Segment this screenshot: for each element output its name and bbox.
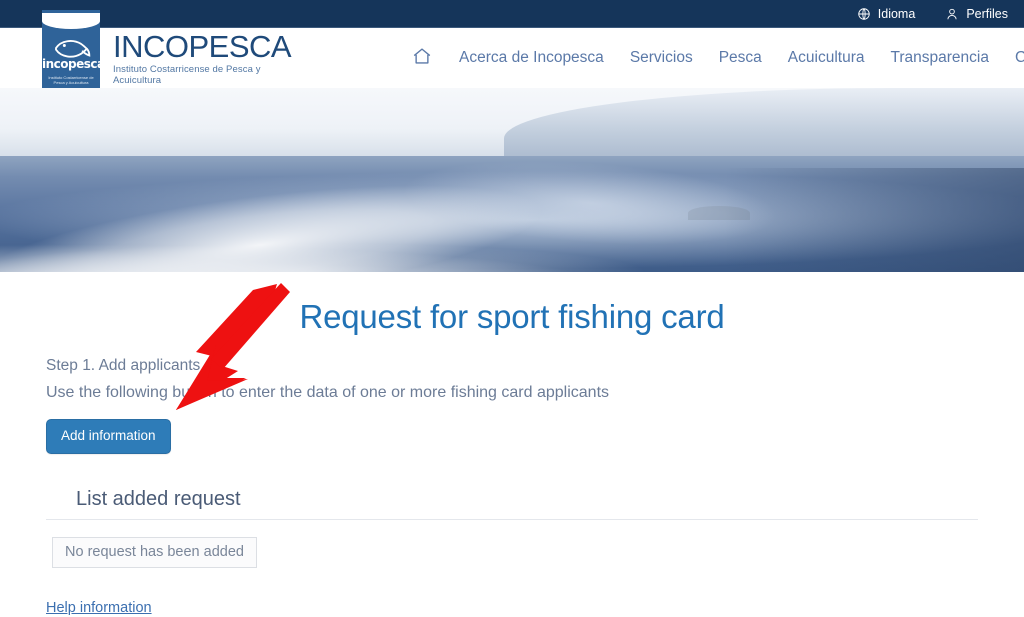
nav-item-transparencia[interactable]: Transparencia [890,49,989,67]
nav-item-truncated[interactable]: C [1015,49,1024,67]
brand-tagline: Instituto Costarricense de Pesca y Acuic… [113,63,261,86]
nav-home-link[interactable] [411,45,433,72]
hero-shadow-right [724,168,1024,272]
help-information-link[interactable]: Help information [46,600,152,616]
home-icon [411,45,433,72]
site-header: incopesca Instituto Costarricense de Pes… [0,10,1024,88]
nav-item-servicios[interactable]: Servicios [630,49,693,67]
brand-name: INCOPESCA [113,28,292,64]
main-navigation: Acerca de Incopesca Servicios Pesca Acui… [411,45,1024,72]
nav-item-acuicultura[interactable]: Acuicultura [788,49,865,67]
profiles-label: Perfiles [966,6,1008,21]
profiles-menu[interactable]: Perfiles [945,7,1008,21]
main-content: Request for sport fishing card Step 1. A… [0,298,1024,617]
empty-request-message: No request has been added [52,536,257,568]
globe-icon [857,7,871,21]
list-section-title: List added request [76,487,241,510]
logo-subtext: Instituto Costarricense de Pesca y Acuic… [48,75,94,85]
brand-logo-link[interactable]: incopesca Instituto Costarricense de Pes… [0,10,299,88]
user-icon [945,7,959,21]
fish-logo-icon: incopesca Instituto Costarricense de Pes… [42,10,100,88]
top-utility-bar: Idioma Perfiles [0,0,1024,28]
language-selector[interactable]: Idioma [857,6,916,21]
hero-banner-image [0,88,1024,272]
step-label: Step 1. Add applicants [46,357,201,374]
page-title: Request for sport fishing card [299,298,725,335]
list-section-header: List added request [46,488,978,520]
language-label: Idioma [877,6,916,21]
nav-item-pesca[interactable]: Pesca [719,49,762,67]
add-information-button[interactable]: Add information [46,419,171,454]
nav-item-acerca-de-incopesca[interactable]: Acerca de Incopesca [459,49,604,67]
intro-text: Use the following button to enter the da… [46,384,610,401]
